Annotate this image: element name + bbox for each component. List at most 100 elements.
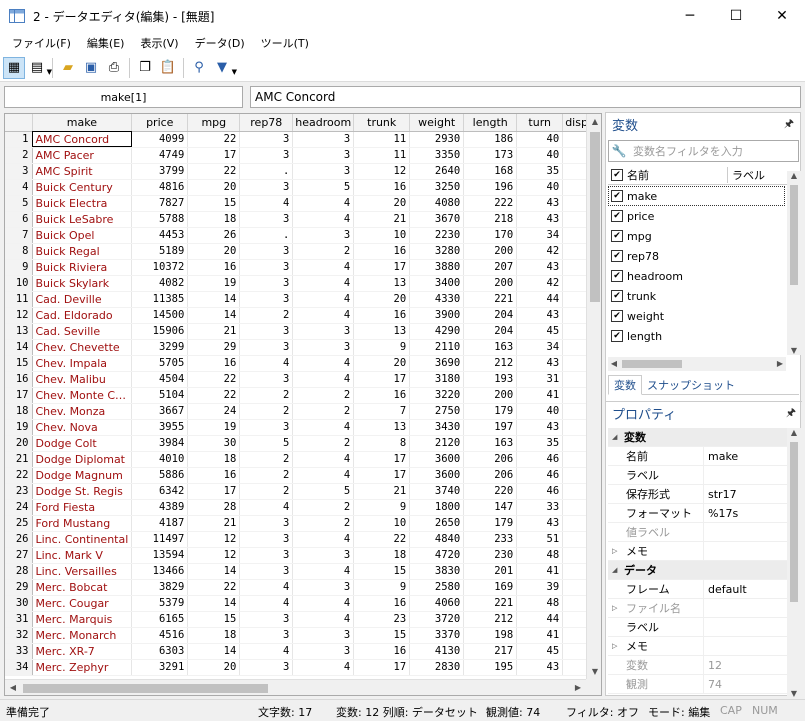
cell-headroom[interactable]: 2 (292, 499, 355, 516)
cell-turn[interactable]: 35 (516, 435, 564, 452)
cell-weight[interactable]: 2110 (409, 339, 465, 356)
cell-turn[interactable]: 43 (516, 307, 564, 324)
row-number[interactable]: 3 (5, 163, 33, 180)
open-folder-icon[interactable]: ▰ (57, 57, 79, 79)
cell-mpg[interactable]: 14 (187, 643, 241, 660)
row-number[interactable]: 21 (5, 451, 33, 468)
cell-headroom[interactable]: 4 (292, 355, 355, 372)
cell-trunk[interactable]: 20 (353, 291, 411, 308)
cell-weight[interactable]: 3880 (409, 259, 465, 276)
cell-headroom[interactable]: 4 (292, 307, 355, 324)
data-grid[interactable]: make price mpg rep78 headroom trunk weight leng… (4, 113, 602, 696)
cell-mpg[interactable]: 30 (187, 435, 241, 452)
cell-weight[interactable]: 4840 (409, 531, 465, 548)
cell-turn[interactable]: 33 (516, 499, 564, 516)
cell-price[interactable]: 4389 (131, 499, 189, 516)
cell-trunk[interactable]: 18 (353, 547, 411, 564)
property-row[interactable]: ▷ メモ (608, 541, 799, 561)
cell-weight[interactable]: 3220 (409, 387, 465, 404)
cell-make[interactable]: Linc. Continental (32, 531, 133, 548)
close-button[interactable]: ✕ (759, 0, 805, 32)
row-number[interactable]: 32 (5, 627, 33, 644)
cell-length[interactable]: 186 (463, 131, 518, 148)
cell-mpg[interactable]: 12 (187, 531, 241, 548)
cell-make[interactable]: Buick Riviera (32, 259, 133, 276)
copy-icon[interactable]: ❐ (134, 57, 156, 79)
property-row[interactable]: ▷ ファイル名 (608, 598, 799, 618)
cell-mpg[interactable]: 22 (187, 131, 241, 148)
cell-price[interactable]: 5886 (131, 467, 189, 484)
cell-make[interactable]: Merc. Monarch (32, 627, 133, 644)
cell-length[interactable]: 204 (463, 307, 518, 324)
scroll-down-icon[interactable]: ▼ (787, 346, 801, 355)
cell-make[interactable]: Dodge Colt (32, 435, 133, 452)
cell-make[interactable]: Merc. Cougar (32, 595, 133, 612)
cell-price[interactable]: 3984 (131, 435, 189, 452)
cell-trunk[interactable]: 12 (353, 163, 411, 180)
row-number[interactable]: 2 (5, 147, 33, 164)
cell-length[interactable]: 220 (463, 483, 518, 500)
cell-price[interactable]: 3799 (131, 163, 189, 180)
cell-headroom[interactable]: 2 (292, 387, 355, 404)
cell-turn[interactable]: 43 (516, 419, 564, 436)
cell-length[interactable]: 212 (463, 355, 518, 372)
cell-weight[interactable]: 4330 (409, 291, 465, 308)
cell-rep78[interactable]: 3 (239, 339, 294, 356)
cell-weight[interactable]: 3690 (409, 355, 465, 372)
cell-length[interactable]: 212 (463, 611, 518, 628)
cell-weight[interactable]: 3900 (409, 307, 465, 324)
scroll-up-icon[interactable]: ▲ (787, 171, 801, 180)
row-number[interactable]: 27 (5, 547, 33, 564)
cell-rep78[interactable]: 5 (239, 435, 294, 452)
column-header-turn[interactable]: turn (516, 114, 564, 132)
cell-turn[interactable]: 48 (516, 547, 564, 564)
cell-weight[interactable]: 3400 (409, 275, 465, 292)
cell-length[interactable]: 169 (463, 579, 518, 596)
property-row[interactable]: ラベル (608, 617, 799, 637)
row-number[interactable]: 34 (5, 659, 33, 676)
cell-price[interactable]: 13594 (131, 547, 189, 564)
cell-rep78[interactable]: 4 (239, 595, 294, 612)
minimize-button[interactable]: ─ (667, 0, 713, 32)
cell-headroom[interactable]: 5 (292, 483, 355, 500)
cell-turn[interactable]: 41 (516, 627, 564, 644)
property-row[interactable]: ▷ メモ (608, 636, 799, 656)
scroll-up-icon[interactable]: ▲ (587, 117, 601, 126)
vertical-scroll-thumb[interactable] (590, 132, 600, 302)
menu-tools[interactable]: ツール(T) (253, 35, 317, 51)
pin-icon[interactable]: 🖈 (784, 115, 794, 134)
cell-weight[interactable]: 1800 (409, 499, 465, 516)
save-icon[interactable]: ▣ (80, 57, 102, 79)
cell-weight[interactable]: 2750 (409, 403, 465, 420)
cell-weight[interactable]: 3600 (409, 451, 465, 468)
cell-turn[interactable]: 45 (516, 643, 564, 660)
cell-turn[interactable]: 39 (516, 579, 564, 596)
cell-weight[interactable]: 3430 (409, 419, 465, 436)
cell-headroom[interactable]: 4 (292, 419, 355, 436)
cell-mpg[interactable]: 14 (187, 291, 241, 308)
cell-price[interactable]: 4453 (131, 227, 189, 244)
cell-length[interactable]: 193 (463, 371, 518, 388)
cell-trunk[interactable]: 10 (353, 227, 411, 244)
corner-cell[interactable] (5, 114, 33, 132)
cell-weight[interactable]: 4290 (409, 323, 465, 340)
cell-weight[interactable]: 2830 (409, 659, 465, 676)
column-label-header[interactable]: ラベル (727, 166, 765, 183)
property-row[interactable]: フレーム default (608, 579, 799, 599)
cell-make[interactable]: Buick LeSabre (32, 211, 133, 228)
variable-checkbox[interactable]: ✔ (611, 210, 623, 222)
cell-headroom[interactable]: 4 (292, 259, 355, 276)
cell-mpg[interactable]: 17 (187, 147, 241, 164)
cell-length[interactable]: 221 (463, 291, 518, 308)
cell-weight[interactable]: 3180 (409, 371, 465, 388)
row-number[interactable]: 9 (5, 259, 33, 276)
cell-make[interactable]: Chev. Monte C… (32, 387, 133, 404)
cell-mpg[interactable]: 20 (187, 179, 241, 196)
cell-rep78[interactable]: 3 (239, 275, 294, 292)
cell-make[interactable]: Merc. Zephyr (32, 659, 133, 676)
cell-mpg[interactable]: 17 (187, 483, 241, 500)
cell-trunk[interactable]: 22 (353, 531, 411, 548)
cell-headroom[interactable]: 4 (292, 595, 355, 612)
cell-mpg[interactable]: 22 (187, 163, 241, 180)
cell-mpg[interactable]: 19 (187, 419, 241, 436)
